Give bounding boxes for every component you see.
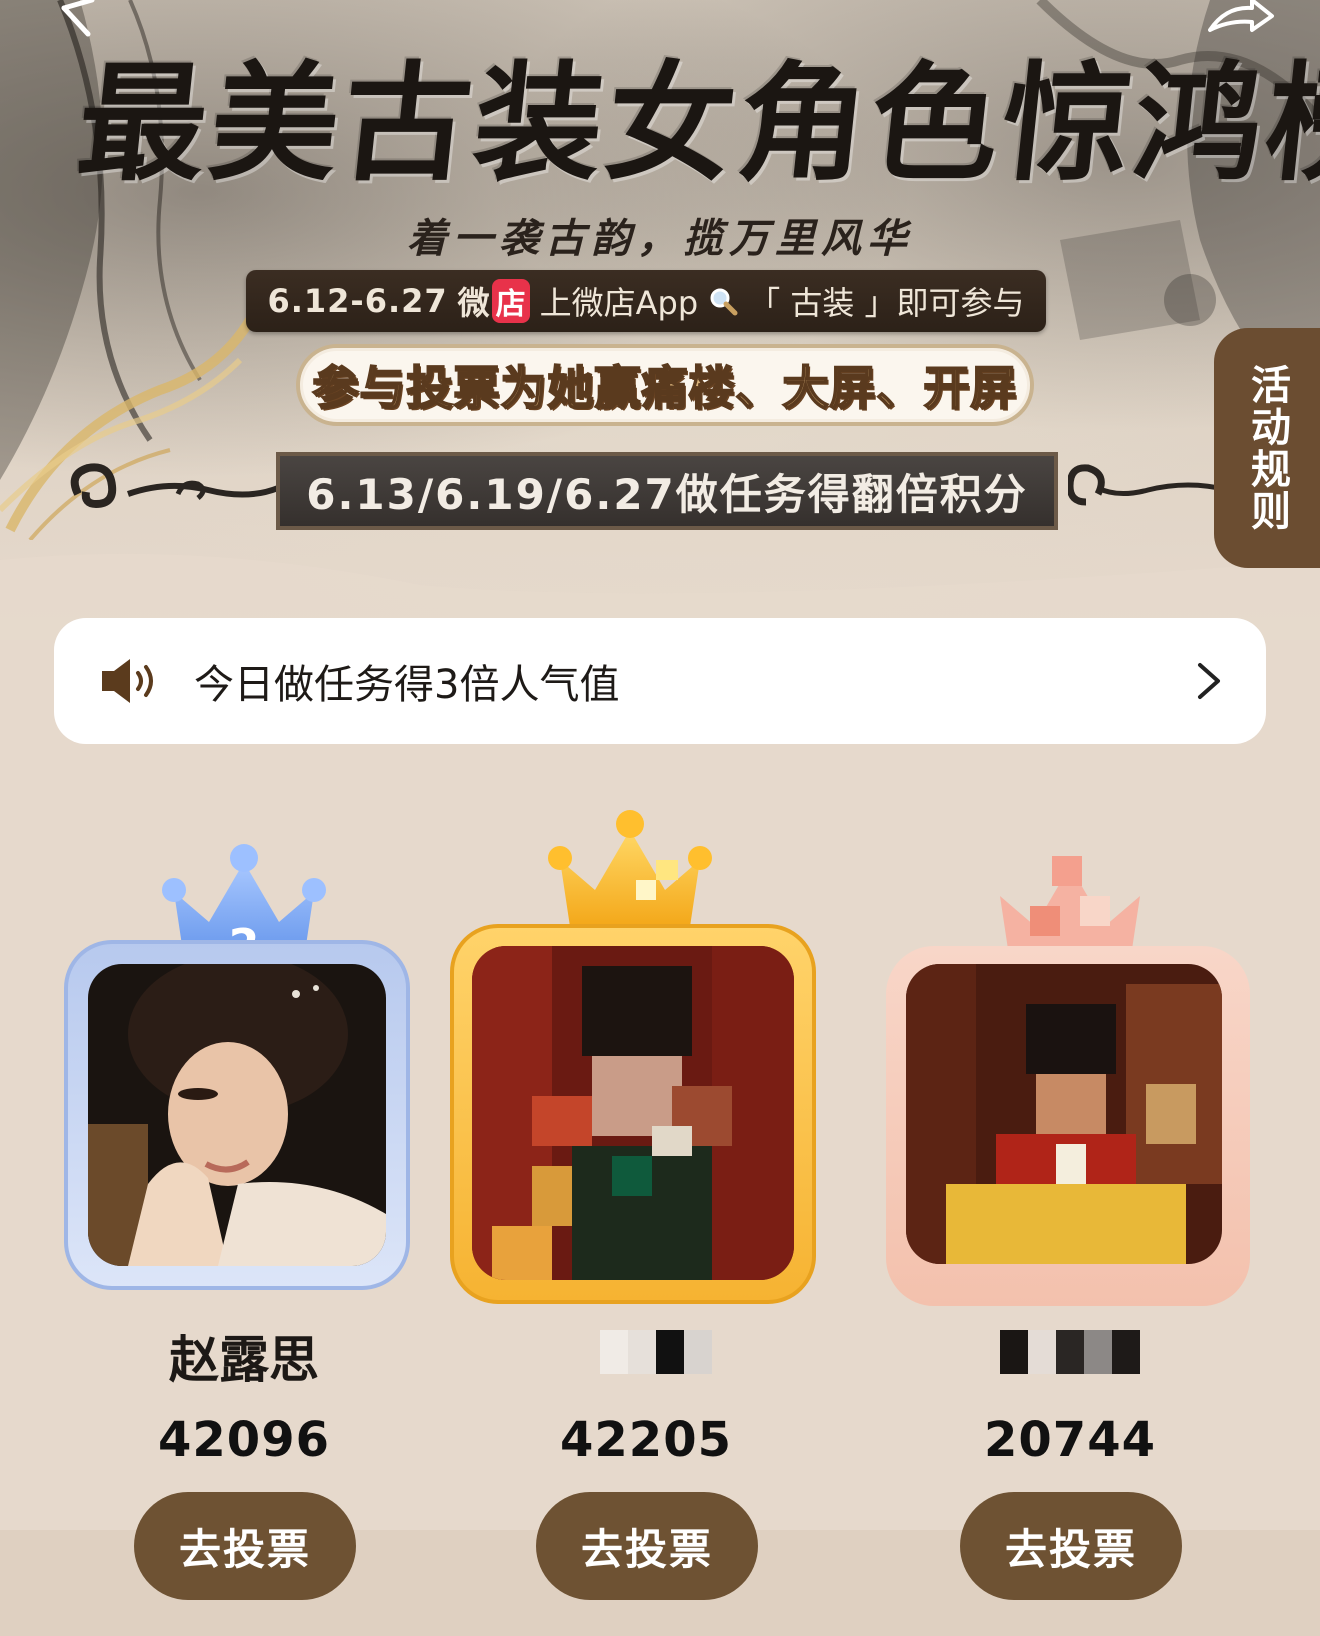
page-subtitle: 着一袭古韵，揽万里风华 [407,215,913,262]
hero-banner: 最美古装女角色惊鸿榜 着一袭古韵，揽万里风华 6.12-6.27 微 店 上微店… [0,0,1320,640]
weidian-logo-dian: 店 [491,279,530,323]
avatar[interactable] [906,964,1222,1264]
weidian-logo: 微 店 [458,278,530,324]
vote-button[interactable]: 去投票 [134,1492,356,1600]
candidate-name-pixelated [600,1330,712,1374]
cloud-ornament-icon [70,463,278,509]
chevron-right-icon [1198,663,1220,699]
candidate-name: 赵露思 [169,1331,319,1389]
vote-button[interactable]: 去投票 [536,1492,758,1600]
ranking-card-1: 42205 去投票 [450,800,826,1630]
date-range: 6.12-6.27 [267,282,448,320]
portrait-image [88,964,386,1266]
vote-count: 42205 [560,1412,732,1468]
speaker-icon [102,659,153,703]
task-bonus-text: 6.13/6.19/6.27做任务得翻倍积分 [306,469,1028,519]
ranking-card-2: 2 赵露思 42096 去投票 [64,800,424,1630]
ranking-card-3: 20744 去投票 [886,800,1250,1630]
weidian-logo-wei: 微 [457,284,490,322]
task-bonus-banner: 6.13/6.19/6.27做任务得翻倍积分 [276,452,1058,530]
activity-date-bar: 6.12-6.27 微 店 上微店App 「 古装 」即可参与 [246,270,1046,332]
vote-button[interactable]: 去投票 [960,1492,1182,1600]
activity-rules-label: 活动规则 [1244,364,1290,532]
portrait-image-pixelated [472,946,794,1280]
cloud-ornament-icon [1068,464,1228,506]
join-text: 上微店App [539,284,699,322]
search-icon [710,288,738,316]
avatar[interactable] [88,964,386,1266]
task-notice-bar[interactable]: 今日做任务得3倍人气值 [54,618,1266,744]
gold-crown-icon [548,810,712,940]
portrait-image-pixelated [906,964,1222,1264]
search-keyword: 「 古装 」即可参与 [748,284,1025,322]
page-title: 最美古装女角色惊鸿榜 [70,49,1320,199]
activity-rules-tab[interactable]: 活动规则 [1214,328,1320,568]
notice-text: 今日做任务得3倍人气值 [194,662,620,708]
vote-count: 42096 [158,1412,330,1468]
candidate-name-pixelated [1000,1330,1140,1374]
avatar[interactable] [472,946,794,1280]
vote-reward-pill: 参与投票为她赢痛楼、大屏、开屏 [296,344,1034,426]
vote-count: 20744 [984,1412,1156,1468]
vote-reward-text: 参与投票为她赢痛楼、大屏、开屏 [312,360,1018,416]
